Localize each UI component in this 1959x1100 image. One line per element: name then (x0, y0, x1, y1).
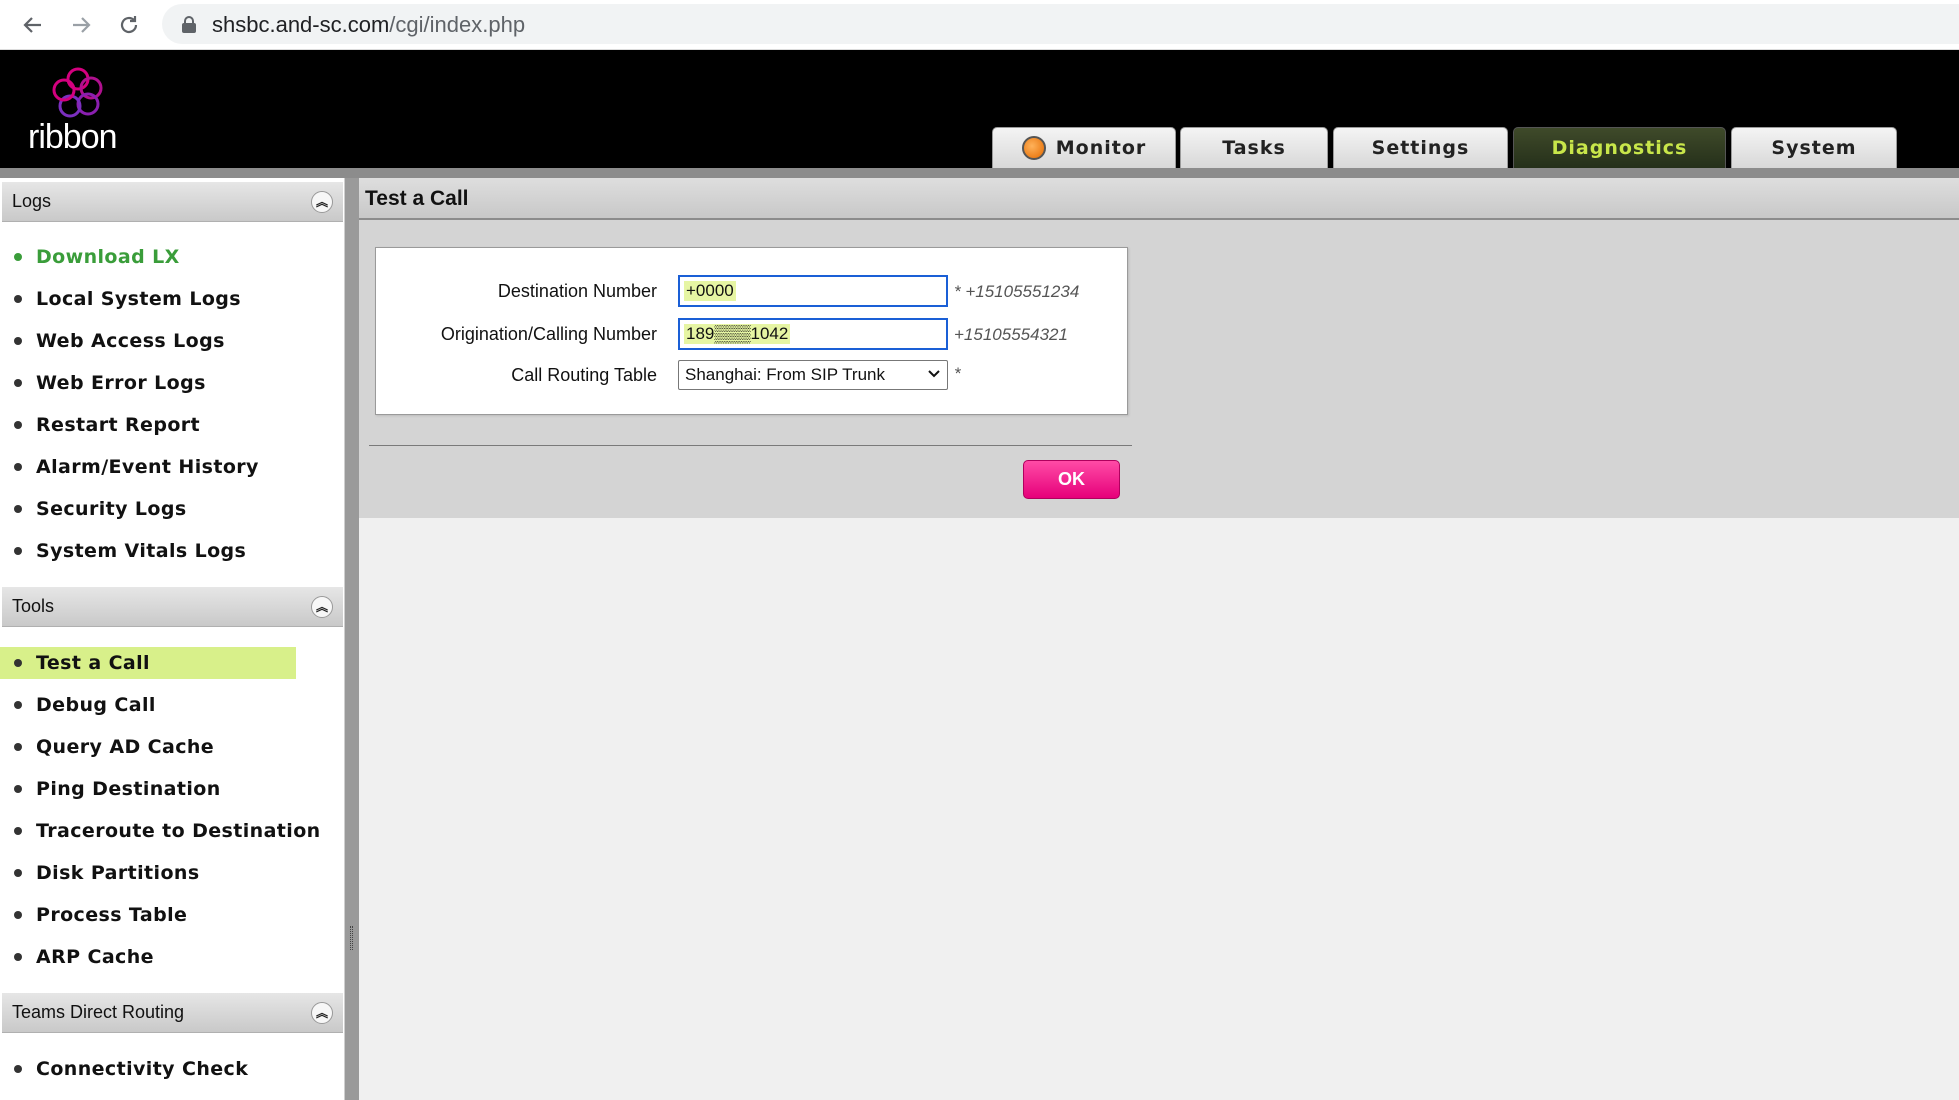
sidebar-item-security-logs[interactable]: Security Logs (0, 493, 187, 525)
origination-value: 189▒▒▒1042 (684, 324, 791, 344)
sidebar-item-disk-partitions[interactable]: Disk Partitions (0, 857, 200, 889)
ok-button[interactable]: OK (1023, 460, 1120, 499)
sidebar-item-label: Restart Report (36, 414, 201, 436)
sidebar-item-debug-call[interactable]: Debug Call (0, 689, 156, 721)
back-arrow-icon[interactable] (16, 8, 50, 42)
sidebar-item-ping-destination[interactable]: Ping Destination (0, 773, 221, 805)
monitor-status-icon (1021, 136, 1046, 160)
sidebar-section-tools[interactable]: Tools ︽ (2, 587, 343, 627)
destination-number-input[interactable]: +0000 (678, 275, 948, 307)
routing-hint: * (954, 364, 961, 383)
origination-hint: +15105554321 (954, 325, 1068, 344)
url-text: shsbc.and-sc.com/cgi/index.php (212, 12, 526, 37)
section-title: Teams Direct Routing (12, 1002, 185, 1022)
sidebar-item-label: Ping Destination (36, 778, 221, 800)
collapse-icon[interactable]: ︽ (311, 1002, 333, 1024)
destination-value: +0000 (684, 281, 736, 301)
sidebar-item-label: Debug Call (36, 694, 156, 716)
sidebar-item-label: Download LX (36, 246, 180, 268)
chevron-down-icon (927, 364, 941, 389)
destination-label: Destination Number (497, 281, 657, 301)
header-divider (0, 168, 1959, 178)
logo-text: ribbon (28, 118, 118, 156)
sidebar-item-download-lx[interactable]: Download LX (0, 241, 180, 273)
page-header: Test a Call (359, 178, 1959, 220)
sidebar-splitter[interactable] (345, 178, 359, 1100)
routing-value: Shanghai: From SIP Trunk (685, 365, 886, 384)
sidebar-item-label: Alarm/Event History (36, 456, 259, 478)
collapse-icon[interactable]: ︽ (311, 191, 333, 213)
app-header: ribbon Monitor Tasks Settings Diagnostic… (0, 50, 1959, 168)
page-title: Test a Call (365, 187, 469, 210)
lock-icon (182, 16, 196, 33)
call-routing-table-select[interactable]: Shanghai: From SIP Trunk (678, 360, 948, 390)
sidebar-item-label: Connectivity Check (36, 1058, 249, 1080)
sidebar-item-connectivity-check[interactable]: Connectivity Check (0, 1053, 248, 1085)
sidebar-section-teams-direct-routing[interactable]: Teams Direct Routing ︽ (2, 993, 343, 1033)
tab-system[interactable]: System (1731, 127, 1897, 168)
sidebar-item-query-ad-cache[interactable]: Query AD Cache (0, 731, 214, 763)
sidebar-item-test-a-call[interactable]: Test a Call (0, 647, 296, 679)
form-divider (369, 445, 1132, 446)
sidebar-item-label: Query AD Cache (36, 736, 215, 758)
sidebar-item-restart-report[interactable]: Restart Report (0, 409, 200, 441)
tab-diagnostics[interactable]: Diagnostics (1513, 127, 1726, 168)
collapse-icon[interactable]: ︽ (311, 596, 333, 618)
sidebar-item-label: Security Logs (36, 498, 187, 520)
sidebar-item-web-error-logs[interactable]: Web Error Logs (0, 367, 206, 399)
sidebar-item-arp-cache[interactable]: ARP Cache (0, 941, 154, 973)
tab-monitor[interactable]: Monitor (992, 127, 1176, 168)
section-title: Tools (12, 596, 55, 616)
drag-handle-icon[interactable] (350, 926, 353, 950)
forward-arrow-icon[interactable] (64, 8, 98, 42)
browser-toolbar: shsbc.and-sc.com/cgi/index.php (0, 0, 1959, 50)
tab-label: Tasks (1222, 137, 1286, 159)
sidebar-item-alarm-event-history[interactable]: Alarm/Event History (0, 451, 259, 483)
sidebar-item-traceroute[interactable]: Traceroute to Destination (0, 815, 321, 847)
sidebar-item-label: Test a Call (36, 652, 150, 674)
tab-tasks[interactable]: Tasks (1180, 127, 1328, 168)
sidebar-item-label: Process Table (36, 904, 188, 926)
sidebar-item-process-table[interactable]: Process Table (0, 899, 187, 931)
tab-label: Monitor (1055, 137, 1147, 159)
tab-settings[interactable]: Settings (1333, 127, 1508, 168)
test-call-form: Destination Number +0000 * +15105551234 … (375, 247, 1128, 415)
sidebar-item-label: Traceroute to Destination (36, 820, 321, 842)
address-bar[interactable]: shsbc.and-sc.com/cgi/index.php (162, 4, 1959, 44)
sidebar: Logs ︽ Download LX Local System Logs Web… (0, 178, 345, 1100)
tab-label: System (1771, 137, 1857, 159)
tab-label: Diagnostics (1551, 137, 1688, 159)
sidebar-item-web-access-logs[interactable]: Web Access Logs (0, 325, 225, 357)
test-call-panel: Destination Number +0000 * +15105551234 … (359, 220, 1959, 518)
sidebar-item-label: Disk Partitions (36, 862, 200, 884)
sidebar-item-label: Web Error Logs (36, 372, 206, 394)
origination-label: Origination/Calling Number (440, 324, 657, 344)
sidebar-item-label: Local System Logs (36, 288, 242, 310)
sidebar-item-system-vitals-logs[interactable]: System Vitals Logs (0, 535, 246, 567)
sidebar-item-local-system-logs[interactable]: Local System Logs (0, 283, 241, 315)
routing-label: Call Routing Table (511, 365, 657, 385)
sidebar-item-label: Web Access Logs (36, 330, 225, 352)
tab-label: Settings (1371, 137, 1470, 159)
origination-number-input[interactable]: 189▒▒▒1042 (678, 318, 948, 350)
reload-icon[interactable] (112, 8, 146, 42)
destination-hint: * +15105551234 (954, 282, 1080, 301)
main-content: Test a Call Destination Number +0000 * +… (359, 178, 1959, 1100)
sidebar-item-label: System Vitals Logs (36, 540, 247, 562)
sidebar-item-label: ARP Cache (36, 946, 154, 968)
sidebar-section-logs[interactable]: Logs ︽ (2, 182, 343, 222)
section-title: Logs (12, 191, 52, 211)
